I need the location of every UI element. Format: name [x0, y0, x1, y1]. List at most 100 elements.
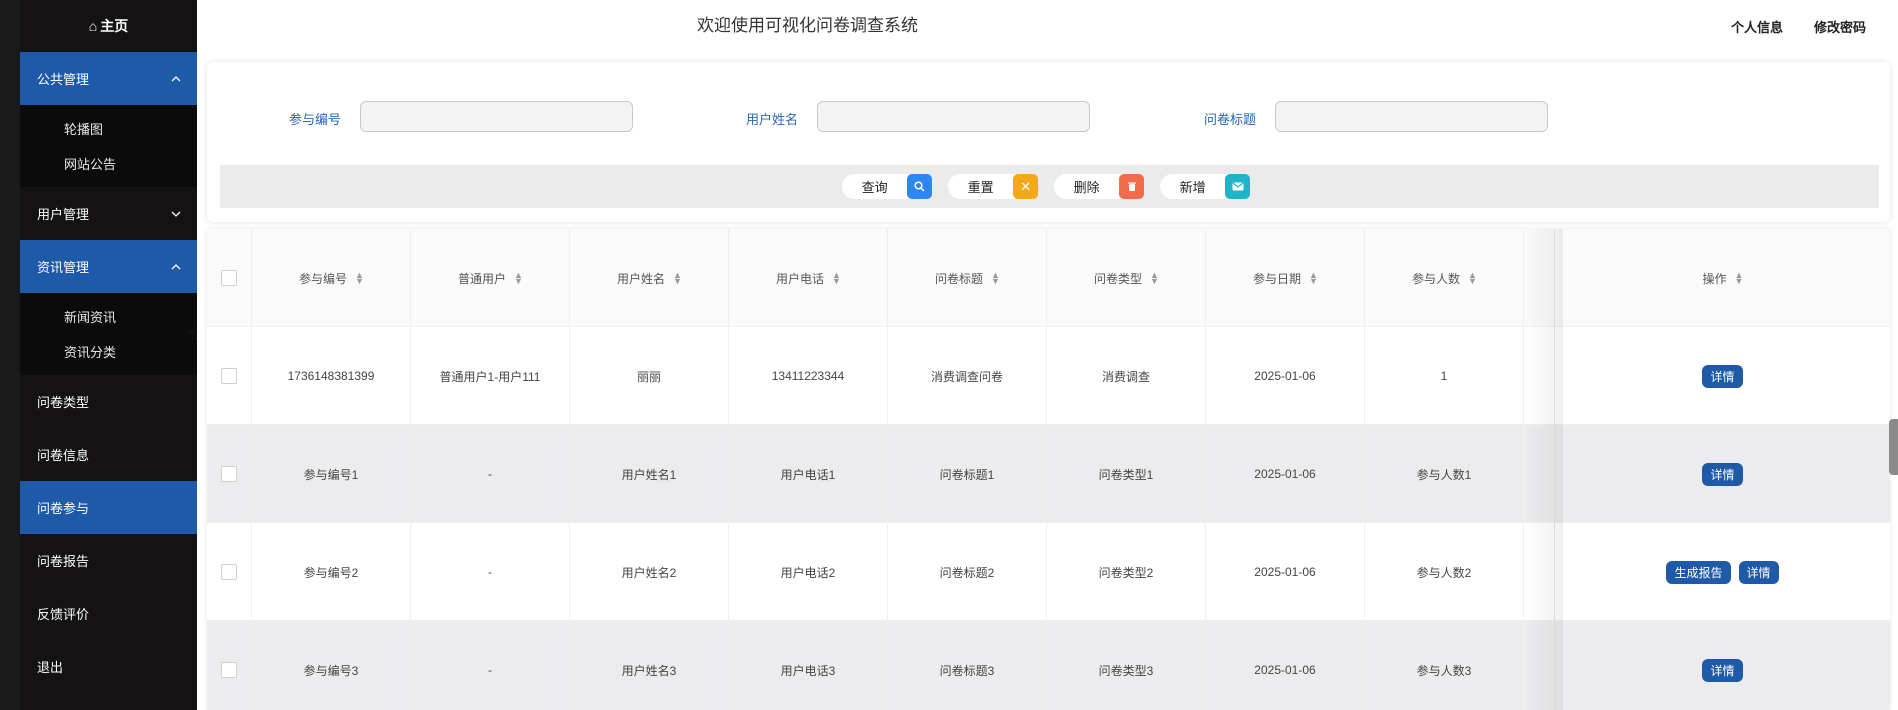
sidebar-item-carousel[interactable]: 轮播图 — [20, 111, 197, 146]
table-cell: 2025-01-06 — [1206, 425, 1365, 523]
hand-cursor-icon: ☝ — [187, 323, 198, 343]
table-cell: 2025-01-06 — [1206, 621, 1365, 710]
sidebar-group-users[interactable]: 用户管理 — [20, 187, 197, 240]
action-bar: 查询 重置 ✕ 删除 新增 — [220, 165, 1879, 208]
chevron-down-icon — [169, 207, 183, 221]
table-row: 1736148381399 普通用户1-用户111 丽丽 13411223344… — [207, 327, 1890, 425]
user-name-input[interactable] — [817, 101, 1090, 132]
sidebar-item-survey-type[interactable]: 问卷类型 — [20, 375, 197, 428]
row-checkbox-cell — [207, 425, 252, 523]
actions-cell: 详情 — [1554, 621, 1890, 710]
sidebar-submenu-public: 轮播图 网站公告 — [20, 105, 197, 187]
detail-button[interactable]: 详情 — [1702, 462, 1743, 486]
sidebar-group-news[interactable]: 资讯管理 — [20, 240, 197, 293]
sidebar-item-survey-participation[interactable]: 问卷参与 — [20, 481, 197, 534]
sidebar-item-feedback[interactable]: 反馈评价 — [20, 587, 197, 640]
table-cell: 参与编号2 — [252, 523, 411, 621]
table-cell: 用户电话3 — [729, 621, 888, 710]
table-cell: - — [411, 425, 570, 523]
column-header[interactable]: 普通用户 ▲ ▼ — [411, 229, 570, 327]
sidebar-item-news-category[interactable]: 资讯分类 — [20, 334, 197, 369]
page-title: 欢迎使用可视化问卷调查系统 — [697, 16, 918, 35]
row-checkbox[interactable] — [221, 368, 237, 384]
window-edge — [0, 0, 20, 710]
home-icon: ⌂ — [88, 18, 98, 34]
table-cell: 问卷类型3 — [1047, 621, 1206, 710]
sort-icon: ▲ ▼ — [832, 270, 841, 286]
table-cell: 问卷标题2 — [888, 523, 1047, 621]
survey-title-input[interactable] — [1275, 101, 1548, 132]
table-cell: 1736148381399 — [252, 327, 411, 425]
actions-cell: 详情 — [1554, 425, 1890, 523]
column-header[interactable]: 用户电话 ▲ ▼ — [729, 229, 888, 327]
chevron-up-icon — [169, 260, 183, 274]
table-cell: 普通用户1-用户111 — [411, 327, 570, 425]
survey-title-label: 问卷标题 — [1204, 112, 1257, 127]
sort-icon: ▲ ▼ — [1150, 270, 1159, 286]
table-cell: 问卷标题3 — [888, 621, 1047, 710]
row-checkbox[interactable] — [221, 564, 237, 580]
table-cell: 参与人数1 — [1365, 425, 1524, 523]
sidebar-item-survey-report[interactable]: 问卷报告 — [20, 534, 197, 587]
column-header[interactable]: 问卷类型 ▲ ▼ — [1047, 229, 1206, 327]
delete-button[interactable]: 删除 — [1054, 174, 1144, 199]
table-cell: - — [411, 523, 570, 621]
select-all-checkbox[interactable] — [221, 270, 237, 286]
column-header[interactable]: 参与编号 ▲ ▼ — [252, 229, 411, 327]
sort-icon: ▲ ▼ — [514, 270, 523, 286]
generate-report-button[interactable]: 生成报告 — [1666, 560, 1731, 584]
reset-button[interactable]: 重置 ✕ — [948, 174, 1038, 199]
sidebar-group-label: 用户管理 — [37, 207, 90, 222]
detail-button[interactable]: 详情 — [1738, 560, 1779, 584]
table-row: 参与编号3 - 用户姓名3 用户电话3 问卷标题3 问卷类型3 2025-01-… — [207, 621, 1890, 710]
mail-icon — [1225, 174, 1250, 199]
column-header[interactable]: 操作 ▲ ▼ — [1554, 229, 1890, 327]
table-cell: 用户电话1 — [729, 425, 888, 523]
detail-button[interactable]: 详情 — [1702, 658, 1743, 682]
column-header[interactable]: 参与人数 ▲ ▼ — [1365, 229, 1524, 327]
table-cell: 用户姓名3 — [570, 621, 729, 710]
column-header[interactable]: 问卷标题 ▲ ▼ — [888, 229, 1047, 327]
sidebar-group-public[interactable]: 公共管理 — [20, 52, 197, 105]
table-cell: 问卷类型2 — [1047, 523, 1206, 621]
sidebar-item-survey-info[interactable]: 问卷信息 — [20, 428, 197, 481]
table-cell: 用户姓名1 — [570, 425, 729, 523]
sidebar-item-logout[interactable]: 退出 — [20, 640, 197, 693]
column-header[interactable]: 用户姓名 ▲ ▼ — [570, 229, 729, 327]
add-button-label: 新增 — [1179, 180, 1206, 195]
table-cell: 参与编号3 — [252, 621, 411, 710]
row-checkbox-cell — [207, 621, 252, 710]
actions-cell: 详情 — [1554, 327, 1890, 425]
sort-icon: ▲ ▼ — [1468, 270, 1477, 286]
table-row: 参与编号2 - 用户姓名2 用户电话2 问卷标题2 问卷类型2 2025-01-… — [207, 523, 1890, 621]
sidebar-item-announcement[interactable]: 网站公告 — [20, 146, 197, 181]
table-cell: 消费调查 — [1047, 327, 1206, 425]
header-checkbox-cell — [207, 229, 252, 327]
column-header[interactable]: 参与日期 ▲ ▼ — [1206, 229, 1365, 327]
table-cell: 2025-01-06 — [1206, 327, 1365, 425]
profile-link[interactable]: 个人信息 — [1731, 17, 1783, 36]
add-button[interactable]: 新增 — [1160, 174, 1250, 199]
query-button[interactable]: 查询 — [842, 174, 932, 199]
participation-id-input[interactable] — [360, 101, 633, 132]
search-icon — [907, 174, 932, 199]
table-cell: 13411223344 — [729, 327, 888, 425]
chevron-up-icon — [169, 72, 183, 86]
table-cell: 参与编号1 — [252, 425, 411, 523]
sidebar-submenu-news: 新闻资讯 资讯分类 — [20, 293, 197, 375]
table-cell: 用户电话2 — [729, 523, 888, 621]
row-checkbox[interactable] — [221, 466, 237, 482]
page-scrollbar-thumb[interactable] — [1889, 419, 1898, 475]
table-cell: 丽丽 — [570, 327, 729, 425]
sidebar: ⌂ 主页 公共管理 轮播图 网站公告 用户管理 资讯管理 新闻资讯 资讯分类 问… — [20, 0, 197, 710]
sidebar-home[interactable]: ⌂ 主页 — [20, 0, 197, 52]
detail-button[interactable]: 详情 — [1702, 364, 1743, 388]
row-checkbox-cell — [207, 523, 252, 621]
sort-icon: ▲ ▼ — [1309, 270, 1318, 286]
trash-icon — [1119, 174, 1144, 199]
change-password-link[interactable]: 修改密码 — [1814, 17, 1866, 36]
sidebar-item-news[interactable]: 新闻资讯 — [20, 299, 197, 334]
sort-icon: ▲ ▼ — [355, 270, 364, 286]
row-checkbox[interactable] — [221, 662, 237, 678]
sort-icon: ▲ ▼ — [1734, 270, 1744, 286]
